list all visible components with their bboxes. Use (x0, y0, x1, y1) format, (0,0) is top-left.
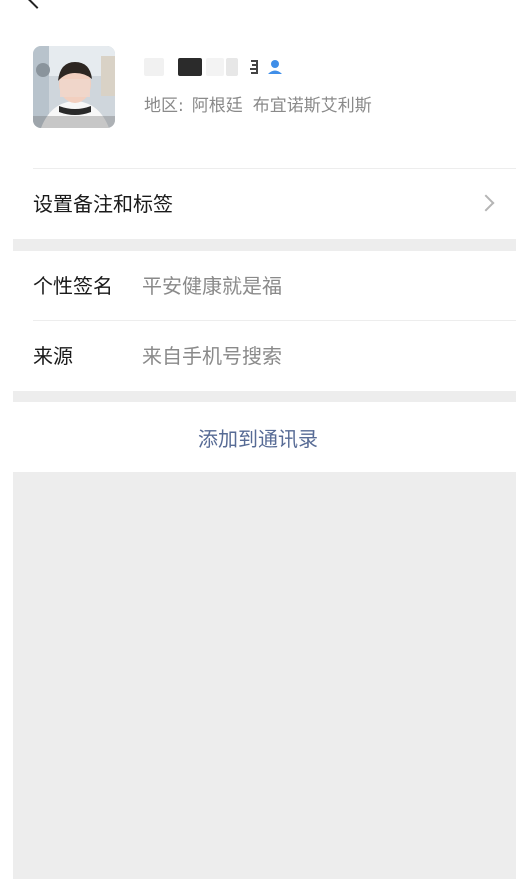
profile-header: 地区: 阿根廷 布宜诺斯艾利斯 (33, 46, 503, 130)
name-partial-glyph (248, 58, 260, 76)
remark-and-tags-label: 设置备注和标签 (33, 192, 173, 216)
name-blur (206, 58, 224, 76)
contact-profile-page: 地区: 阿根廷 布宜诺斯艾利斯 设置备注和标签 个性签名 平安健康就是福 来源 来自… (0, 0, 516, 879)
section-gap (13, 239, 516, 251)
signature-row: 个性签名 平安健康就是福 (0, 251, 516, 321)
chevron-right-icon (477, 194, 495, 212)
region-info: 地区: 阿根廷 布宜诺斯艾利斯 (144, 91, 372, 116)
name-blur (144, 58, 164, 76)
user-icon (266, 58, 284, 76)
region-label: 地区: (144, 96, 184, 116)
region-city: 布宜诺斯艾利斯 (252, 96, 372, 116)
name-blur (226, 58, 238, 76)
name-blur (178, 58, 202, 76)
back-icon[interactable] (27, 0, 47, 9)
empty-background-area (13, 472, 516, 879)
region-country: 阿根廷 (191, 96, 243, 116)
signature-value: 平安健康就是福 (142, 274, 282, 298)
add-to-contacts-button[interactable]: 添加到通讯录 (0, 402, 516, 472)
source-value: 来自手机号搜索 (142, 344, 282, 368)
source-label: 来源 (33, 344, 73, 368)
signature-label: 个性签名 (33, 274, 113, 298)
avatar[interactable] (33, 46, 115, 128)
contact-name (144, 54, 284, 80)
remark-and-tags-row[interactable]: 设置备注和标签 (0, 169, 516, 239)
source-row: 来源 来自手机号搜索 (0, 321, 516, 391)
